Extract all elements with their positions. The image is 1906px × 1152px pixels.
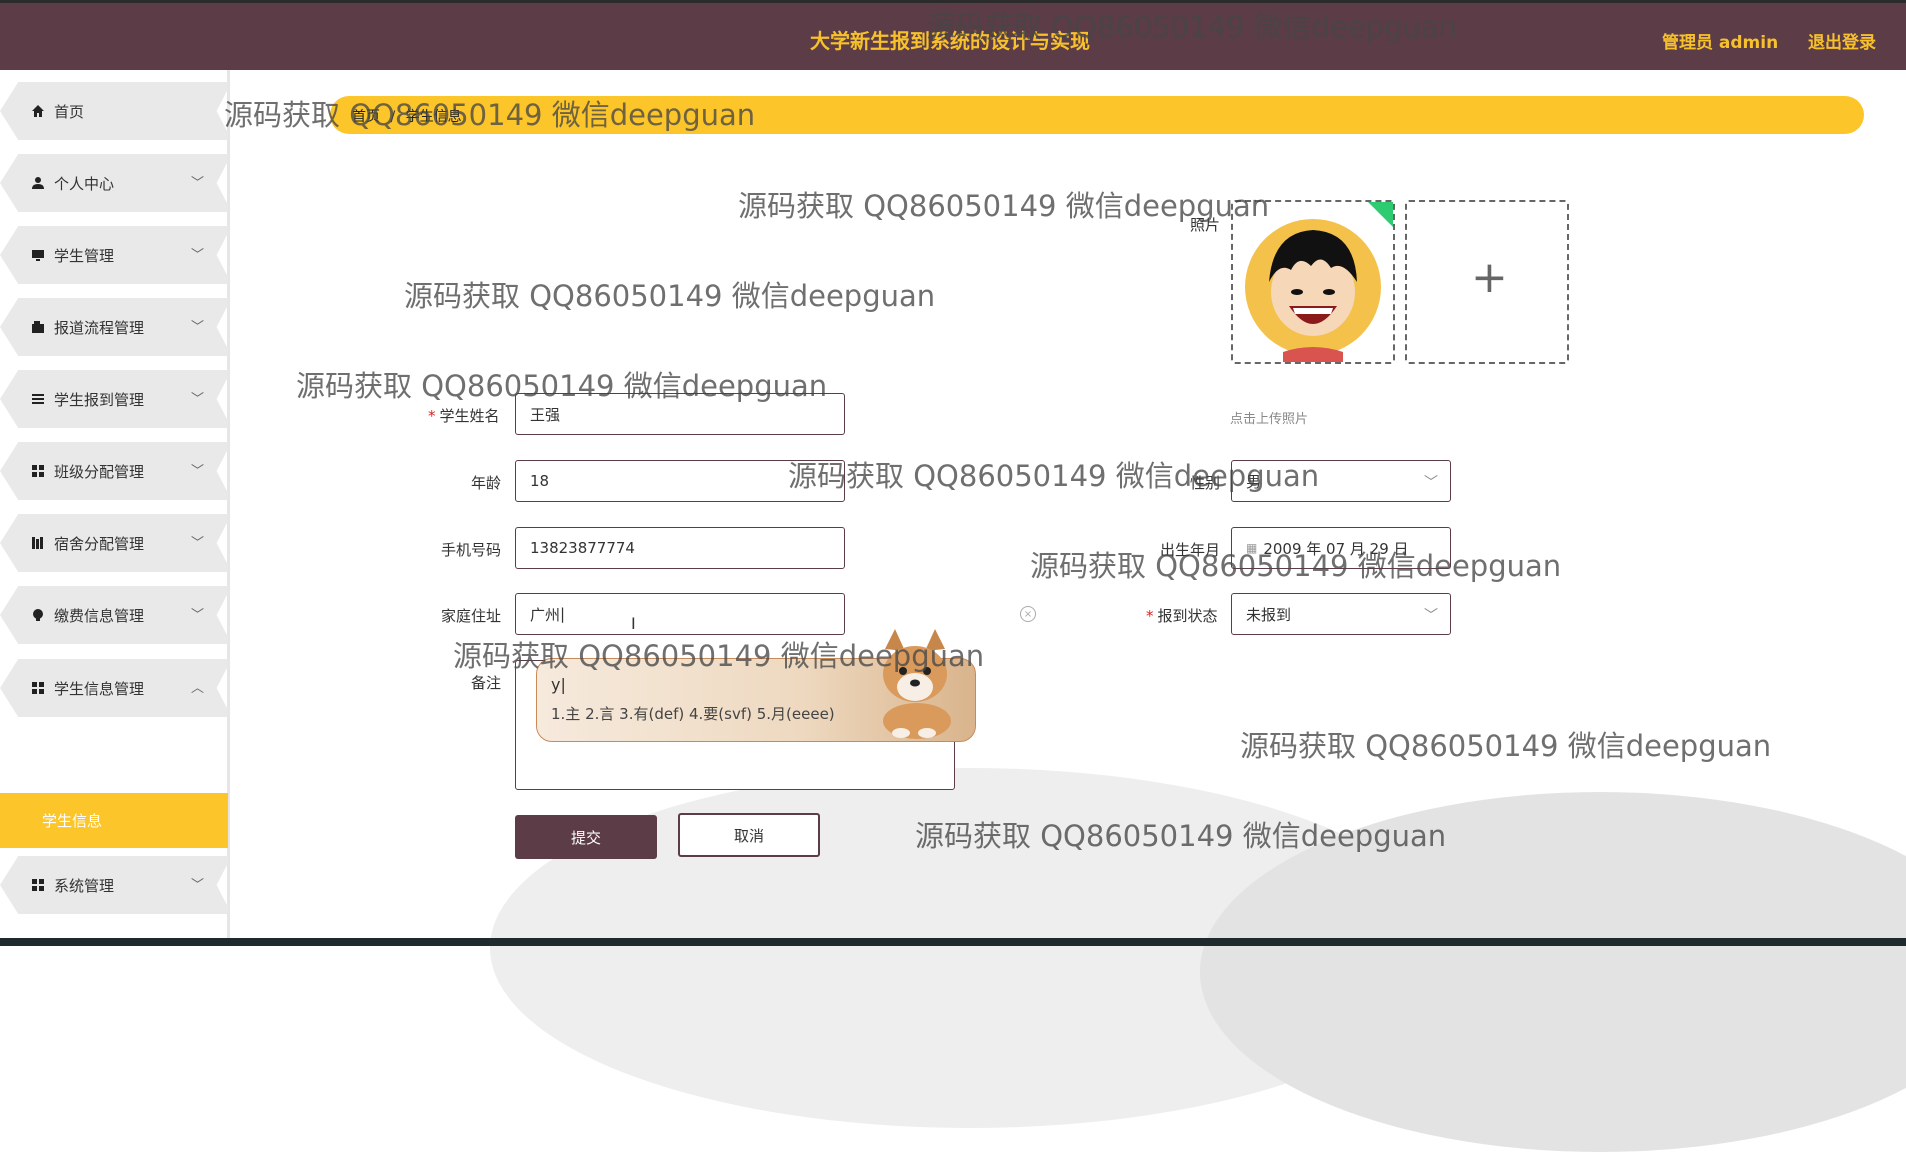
grid-icon xyxy=(30,877,46,893)
age-label: 年龄 xyxy=(471,474,502,492)
watermark: 源码获取 QQ86050149 微信deepguan xyxy=(404,279,936,313)
photo-upload-button[interactable]: + xyxy=(1405,200,1569,364)
sidebar-item-home[interactable]: 首页 xyxy=(0,82,228,140)
sidebar-item-label: 报道流程管理 xyxy=(54,318,145,337)
books-icon xyxy=(30,535,46,551)
sidebar-item-label: 个人中心 xyxy=(54,174,115,193)
sidebar-item-label: 学生管理 xyxy=(54,246,115,265)
breadcrumb-band xyxy=(330,96,1864,134)
age-input[interactable]: 18 xyxy=(515,460,845,502)
sidebar-item-student-info[interactable]: 学生信息管理 ︿ xyxy=(0,659,228,717)
ime-composition: y| xyxy=(551,675,566,694)
gender-label: 性别 xyxy=(1190,474,1221,492)
sidebar-item-payment[interactable]: 缴费信息管理 ﹀ xyxy=(0,586,228,644)
sidebar: 首页 个人中心 ﹀ 学生管理 ﹀ 报道流程管理 ﹀ 学生报到管理 ﹀ 班级分配管… xyxy=(0,70,230,940)
chevron-down-icon: ﹀ xyxy=(190,320,204,335)
chevron-down-icon: ﹀ xyxy=(190,248,204,263)
ime-candidate-popup[interactable]: y| 1.主 2.言 3.有(def) 4.要(svf) 5.月(eeee) xyxy=(536,629,976,742)
app-title: 大学新生报到系统的设计与实现 xyxy=(810,29,1090,53)
sidebar-item-label: 学生报到管理 xyxy=(54,390,145,409)
chevron-down-icon: ﹀ xyxy=(1424,475,1438,491)
sidebar-item-label: 宿舍分配管理 xyxy=(54,534,145,553)
birth-date-picker[interactable]: ▦ 2009 年 07 月 29 日 xyxy=(1231,527,1451,569)
dog-icon xyxy=(883,629,951,739)
chevron-up-icon: ︿ xyxy=(190,681,204,696)
logout-button[interactable]: 退出登录 xyxy=(1808,28,1876,53)
name-input[interactable]: 王强 xyxy=(515,393,845,435)
home-icon xyxy=(30,103,46,119)
sidebar-item-profile[interactable]: 个人中心 ﹀ xyxy=(0,154,228,212)
remark-label: 备注 xyxy=(471,674,502,692)
status-label: * 报到状态 xyxy=(1146,607,1218,625)
sidebar-item-class[interactable]: 班级分配管理 ﹀ xyxy=(0,442,228,500)
monitor-icon xyxy=(30,247,46,263)
sidebar-item-system[interactable]: 系统管理 ﹀ xyxy=(0,856,228,914)
status-select[interactable]: 未报到 ﹀ xyxy=(1231,593,1451,635)
sidebar-item-process[interactable]: 报道流程管理 ﹀ xyxy=(0,298,228,356)
plus-icon: + xyxy=(1471,252,1508,303)
avatar xyxy=(1245,202,1393,362)
phone-input[interactable]: 13823877774 xyxy=(515,527,845,569)
user-icon xyxy=(30,175,46,191)
chevron-down-icon: ﹀ xyxy=(190,608,204,623)
grid-icon xyxy=(30,463,46,479)
top-header: 大学新生报到系统的设计与实现 管理员 admin 退出登录 xyxy=(0,0,1906,70)
submit-button[interactable]: 提交 xyxy=(515,815,657,859)
sidebar-item-label: 系统管理 xyxy=(54,876,115,895)
ime-candidates[interactable]: 1.主 2.言 3.有(def) 4.要(svf) 5.月(eeee) xyxy=(551,703,835,724)
taskbar-strip xyxy=(0,938,1906,946)
sidebar-item-students[interactable]: 学生管理 ﹀ xyxy=(0,226,228,284)
birth-label: 出生年月 xyxy=(1160,541,1221,559)
gender-select[interactable]: 男 ﹀ xyxy=(1231,460,1451,502)
breadcrumb: 首页 / 学生信息 xyxy=(352,106,462,126)
admin-user-label[interactable]: 管理员 admin xyxy=(1662,28,1778,53)
sidebar-subitem-student-info[interactable]: 学生信息 xyxy=(0,793,228,848)
bulb-icon xyxy=(30,607,46,623)
cancel-button[interactable]: 取消 xyxy=(678,813,820,857)
phone-label: 手机号码 xyxy=(441,541,502,559)
breadcrumb-separator: / xyxy=(390,109,396,125)
photo-label: 照片 xyxy=(1190,216,1221,234)
list-icon xyxy=(30,391,46,407)
sidebar-item-label: 缴费信息管理 xyxy=(54,606,145,625)
calendar-icon: ▦ xyxy=(1246,541,1258,555)
chevron-down-icon: ﹀ xyxy=(190,464,204,479)
name-label: * 学生姓名 xyxy=(428,407,500,425)
breadcrumb-current: 学生信息 xyxy=(405,109,462,125)
watermark: 源码获取 QQ86050149 微信deepguan xyxy=(1240,729,1772,763)
sidebar-item-label: 学生信息管理 xyxy=(54,679,145,698)
sidebar-item-dorm[interactable]: 宿舍分配管理 ﹀ xyxy=(0,514,228,572)
sidebar-item-checkin[interactable]: 学生报到管理 ﹀ xyxy=(0,370,228,428)
chevron-down-icon: ﹀ xyxy=(190,176,204,191)
breadcrumb-home[interactable]: 首页 xyxy=(352,109,380,125)
wallet-icon xyxy=(30,319,46,335)
photo-upload-hint: 点击上传照片 xyxy=(1230,412,1309,427)
photo-preview[interactable] xyxy=(1231,200,1395,364)
chevron-down-icon: ﹀ xyxy=(190,878,204,893)
sidebar-item-label: 班级分配管理 xyxy=(54,462,145,481)
grid-icon xyxy=(30,680,46,696)
chevron-down-icon: ﹀ xyxy=(1424,608,1438,624)
address-input[interactable]: 广州 | xyxy=(515,593,845,635)
chevron-down-icon: ﹀ xyxy=(190,392,204,407)
clear-icon[interactable]: × xyxy=(1020,606,1036,622)
text-cursor-icon: I xyxy=(631,614,636,633)
chevron-down-icon: ﹀ xyxy=(190,536,204,551)
sidebar-item-label: 首页 xyxy=(54,102,85,121)
address-label: 家庭住址 xyxy=(441,607,502,625)
